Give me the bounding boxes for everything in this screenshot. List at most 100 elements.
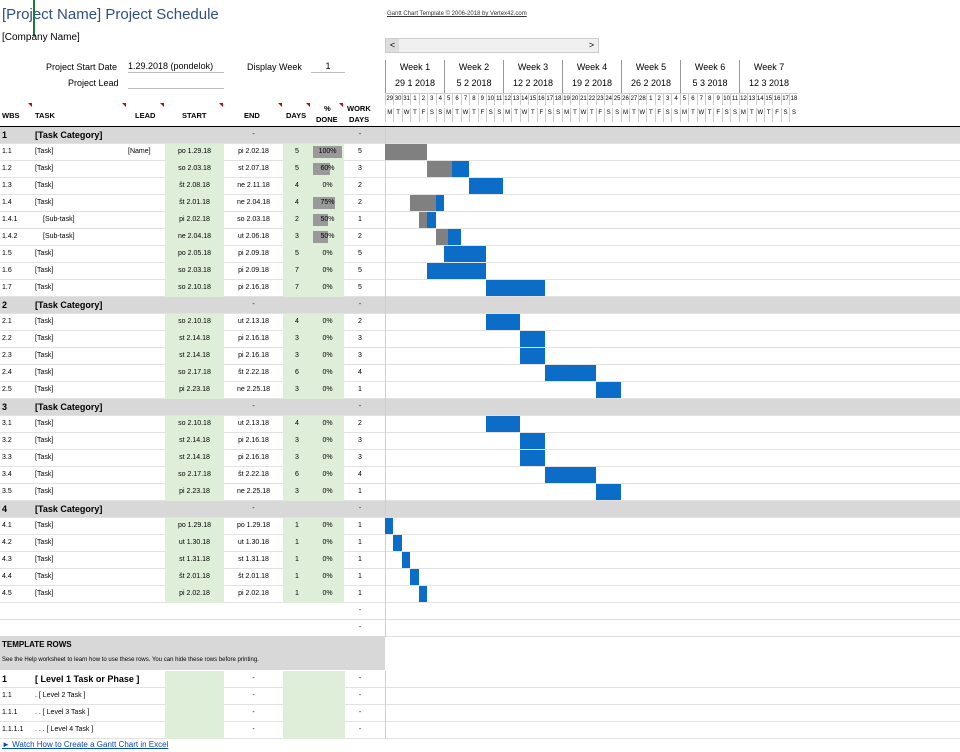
template-credit-link[interactable]: Gantt Chart Template © 2006-2018 by Vert… — [387, 11, 527, 17]
days-cell[interactable]: 5 — [283, 144, 311, 161]
start-date-cell[interactable]: so 2.17.18 — [165, 467, 224, 484]
percent-done-cell[interactable]: 100% — [311, 144, 344, 161]
video-tutorial-link[interactable]: ► Watch How to Create a Gantt Chart in E… — [2, 740, 168, 749]
days-cell[interactable]: 6 — [283, 467, 311, 484]
days-cell[interactable] — [283, 722, 345, 739]
task-row[interactable]: 2.5 [Task] pi 2.23.18 ne 2.25.18 3 0% 1 — [0, 382, 960, 399]
task-row[interactable]: 4.1 [Task] po 1.29.18 po 1.29.18 1 0% 1 — [0, 518, 960, 535]
percent-done-cell[interactable]: 0% — [311, 569, 344, 586]
task-row[interactable]: 1.3 [Task] št 2.08.18 ne 2.11.18 4 0% 2 — [0, 178, 960, 195]
gantt-bar-progress[interactable] — [410, 195, 436, 211]
task-name-cell[interactable]: [Task] — [35, 569, 53, 586]
percent-done-cell[interactable]: 0% — [311, 535, 344, 552]
percent-done-cell[interactable]: 50% — [311, 229, 344, 246]
task-row[interactable]: 2.2 [Task] st 2.14.18 pi 2.16.18 3 0% 3 — [0, 331, 960, 348]
start-date-cell[interactable]: so 2.10.18 — [165, 314, 224, 331]
gantt-bar-remaining[interactable] — [401, 552, 411, 568]
days-cell[interactable]: 1 — [283, 586, 311, 603]
task-name-cell[interactable]: [Sub-task] — [43, 212, 75, 229]
task-row[interactable]: 4.4 [Task] št 2.01.18 št 2.01.18 1 0% 1 — [0, 569, 960, 586]
days-cell[interactable] — [283, 705, 345, 722]
start-date-cell[interactable]: so 2.10.18 — [165, 416, 224, 433]
gantt-bar-remaining[interactable] — [545, 467, 596, 483]
percent-done-cell[interactable]: 0% — [311, 246, 344, 263]
task-name-cell[interactable]: [Task] — [35, 314, 53, 331]
task-name-cell[interactable]: [Task] — [35, 518, 53, 535]
days-cell[interactable]: 2 — [283, 212, 311, 229]
start-date-cell[interactable]: so 2.17.18 — [165, 365, 224, 382]
task-row[interactable]: 1.4.1 [Sub-task] pi 2.02.18 so 2.03.18 2 50% 1 — [0, 212, 960, 229]
category-row[interactable]: 1 [Task Category] - - — [0, 127, 960, 144]
start-date-cell[interactable]: so 2.10.18 — [165, 280, 224, 297]
start-date-cell[interactable]: po 1.29.18 — [165, 144, 224, 161]
gantt-bar-remaining[interactable] — [486, 280, 546, 296]
task-name-cell[interactable]: [Task] — [35, 467, 53, 484]
percent-done-cell[interactable]: 0% — [311, 382, 344, 399]
start-date-cell[interactable]: st 2.14.18 — [165, 433, 224, 450]
task-row[interactable]: 1.6 [Task] so 2.03.18 pi 2.09.18 7 0% 5 — [0, 263, 960, 280]
gantt-bar-progress[interactable] — [418, 212, 428, 228]
task-name-cell[interactable]: [Task] — [35, 331, 53, 348]
start-date-cell[interactable]: št 2.01.18 — [165, 195, 224, 212]
task-name-cell[interactable]: . [ Level 2 Task ] — [35, 688, 85, 705]
task-row[interactable]: 2.1 [Task] so 2.10.18 ut 2.13.18 4 0% 2 — [0, 314, 960, 331]
percent-done-cell[interactable]: 0% — [311, 178, 344, 195]
category-row[interactable]: 2 [Task Category] - - — [0, 297, 960, 314]
task-name-cell[interactable]: [Task] — [35, 348, 53, 365]
percent-done-cell[interactable]: 0% — [311, 263, 344, 280]
blank-row[interactable]: - — [0, 603, 960, 620]
gantt-bar-progress[interactable] — [427, 161, 453, 177]
start-date-cell[interactable]: pi 2.02.18 — [165, 586, 224, 603]
task-name-cell[interactable]: [Task] — [35, 382, 53, 399]
days-cell[interactable]: 1 — [283, 569, 311, 586]
scroll-left-button[interactable]: < — [386, 39, 399, 52]
lead-cell[interactable]: [Name] — [128, 144, 151, 161]
start-date-cell[interactable] — [165, 705, 224, 722]
task-name-cell[interactable]: [Task] — [35, 586, 53, 603]
days-cell[interactable]: 3 — [283, 331, 311, 348]
days-cell[interactable]: 4 — [283, 314, 311, 331]
start-date-cell[interactable] — [165, 671, 224, 688]
percent-done-cell[interactable]: 0% — [311, 484, 344, 501]
days-cell[interactable]: 1 — [283, 535, 311, 552]
template-row[interactable]: 1.1 . [ Level 2 Task ] - - — [0, 688, 960, 705]
task-row[interactable]: 2.4 [Task] so 2.17.18 št 2.22.18 6 0% 4 — [0, 365, 960, 382]
task-row[interactable]: 1.1 [Task] [Name] po 1.29.18 pi 2.02.18 5 100%… — [0, 144, 960, 161]
days-cell[interactable]: 3 — [283, 433, 311, 450]
task-row[interactable]: 3.4 [Task] so 2.17.18 št 2.22.18 6 0% 4 — [0, 467, 960, 484]
gantt-bar-remaining[interactable] — [519, 433, 546, 449]
gantt-bar-progress[interactable] — [385, 144, 428, 160]
task-name-cell[interactable]: [Task Category] — [35, 399, 102, 416]
project-lead-field[interactable] — [128, 77, 224, 89]
gantt-bar-remaining[interactable] — [393, 535, 402, 551]
gantt-bar-progress[interactable] — [435, 229, 449, 245]
task-name-cell[interactable]: [Task] — [35, 365, 53, 382]
task-row[interactable]: 3.1 [Task] so 2.10.18 ut 2.13.18 4 0% 2 — [0, 416, 960, 433]
task-row[interactable]: 3.3 [Task] st 2.14.18 pi 2.16.18 3 0% 3 — [0, 450, 960, 467]
start-date-cell[interactable]: po 2.05.18 — [165, 246, 224, 263]
start-date-cell[interactable]: st 2.14.18 — [165, 450, 224, 467]
gantt-bar-remaining[interactable] — [545, 365, 596, 381]
start-date-cell[interactable]: po 1.29.18 — [165, 518, 224, 535]
days-cell[interactable]: 4 — [283, 416, 311, 433]
days-cell[interactable]: 7 — [283, 280, 311, 297]
task-row[interactable]: 1.2 [Task] so 2.03.18 st 2.07.18 5 60% 3 — [0, 161, 960, 178]
days-cell[interactable]: 3 — [283, 229, 311, 246]
start-date-cell[interactable]: št 2.08.18 — [165, 178, 224, 195]
days-cell[interactable]: 1 — [283, 552, 311, 569]
task-name-cell[interactable]: [Task] — [35, 433, 53, 450]
task-name-cell[interactable]: [Task] — [35, 246, 53, 263]
days-cell[interactable]: 3 — [283, 450, 311, 467]
gantt-bar-remaining[interactable] — [410, 569, 419, 585]
blank-row[interactable]: - — [0, 620, 960, 637]
template-row[interactable]: 1.1.1.1 . . . [ Level 4 Task ] - - — [0, 722, 960, 739]
start-date-cell[interactable]: ne 2.04.18 — [165, 229, 224, 246]
task-row[interactable]: 1.5 [Task] po 2.05.18 pi 2.09.18 5 0% 5 — [0, 246, 960, 263]
percent-done-cell[interactable]: 0% — [311, 280, 344, 297]
gantt-bar-remaining[interactable] — [452, 161, 470, 177]
task-row[interactable]: 3.2 [Task] st 2.14.18 pi 2.16.18 3 0% 3 — [0, 433, 960, 450]
gantt-bar-remaining[interactable] — [595, 484, 622, 500]
task-name-cell[interactable]: [Task] — [35, 450, 53, 467]
days-cell[interactable] — [283, 671, 345, 688]
gantt-bar-remaining[interactable] — [519, 450, 546, 466]
